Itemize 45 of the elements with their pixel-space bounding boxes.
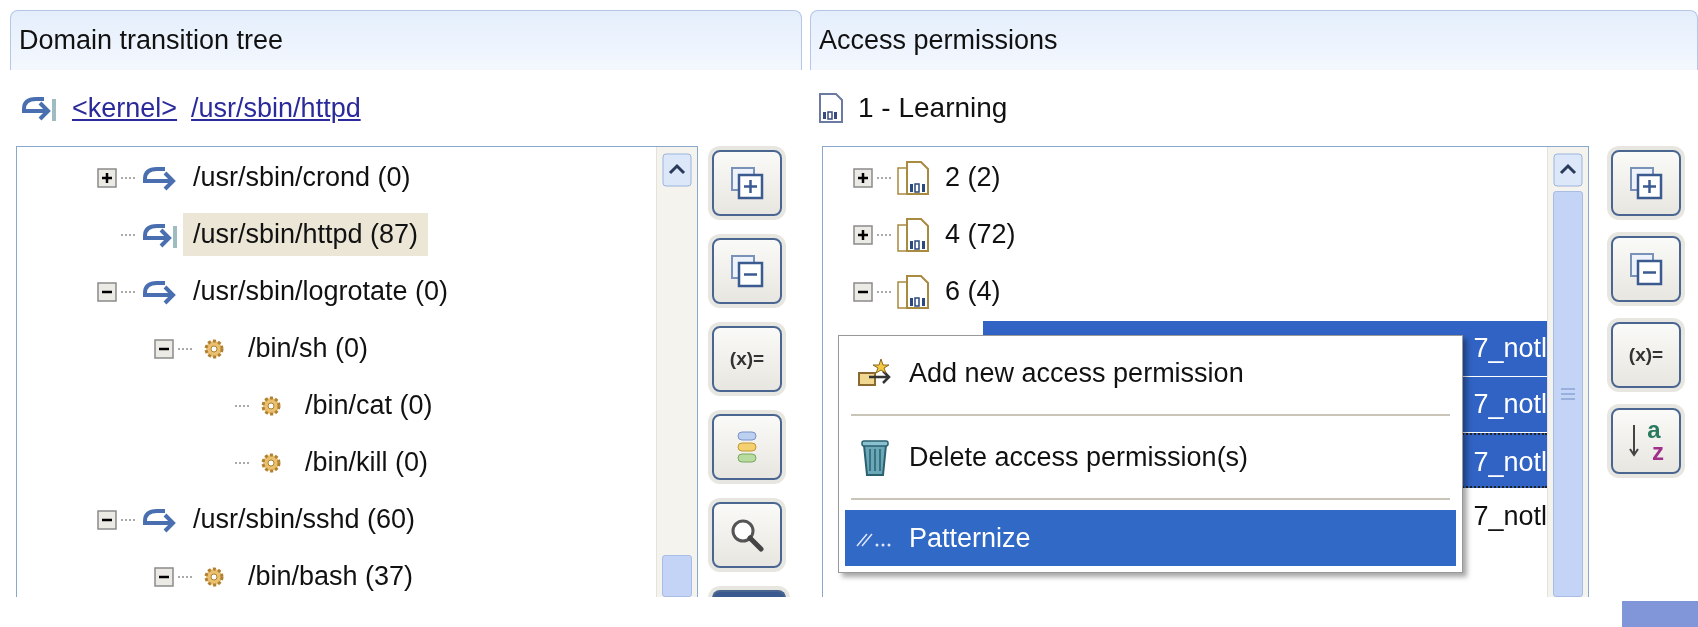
scrollbar[interactable] (1547, 147, 1588, 597)
menu-item[interactable]: Add new access permission (845, 342, 1456, 404)
down-arrow-icon (1628, 423, 1640, 459)
scrollbar-thumb[interactable] (662, 555, 692, 597)
tree-item[interactable]: /usr/sbin/sshd (60) (193, 498, 426, 541)
breadcrumb-link[interactable]: /usr/sbin/httpd (191, 92, 361, 124)
sort-letter: a (1646, 419, 1662, 441)
collapse-icon[interactable] (853, 281, 873, 302)
tree-item[interactable]: /bin/kill (0) (305, 441, 439, 484)
collapse-icon[interactable] (97, 509, 117, 530)
expand-icon[interactable] (97, 167, 117, 188)
layers-icon (735, 429, 759, 465)
expand-icon[interactable] (853, 167, 873, 188)
sort-letter: z (1652, 441, 1664, 463)
tree-item[interactable]: /bin/bash (37) (248, 555, 424, 597)
tree-item[interactable]: /usr/sbin/crond (0) (193, 156, 421, 199)
profile-label: 1 - Learning (858, 92, 1008, 124)
panel-title: Domain transition tree (19, 25, 284, 56)
tree-item[interactable]: 2 (2) (945, 156, 1011, 199)
tree-item[interactable]: /bin/sh (0) (248, 327, 379, 370)
collapse-icon[interactable] (97, 281, 117, 302)
scrollbar[interactable] (656, 147, 697, 597)
search-icon (729, 517, 765, 553)
expand-icon[interactable] (853, 224, 873, 245)
scrollbar-thumb[interactable] (1553, 191, 1583, 597)
menu-item[interactable]: Patternize (845, 510, 1456, 566)
binary-file-icon (895, 159, 931, 196)
expand-all-icon (1628, 165, 1664, 201)
expand-all-icon (729, 165, 765, 201)
tree-item[interactable]: 4 (72) (945, 213, 1026, 256)
collapse-all-icon (729, 253, 765, 289)
panel-title: Access permissions (819, 25, 1058, 56)
collapse-icon[interactable] (154, 566, 174, 587)
collapse-icon[interactable] (154, 338, 174, 359)
breadcrumb-link[interactable]: <kernel> (72, 92, 178, 124)
binary-file-icon (895, 216, 931, 253)
binary-file-icon (818, 92, 844, 124)
grip-icon (1560, 387, 1576, 401)
menu-item[interactable]: Delete access permission(s) (845, 426, 1456, 488)
tree-item[interactable]: /usr/sbin/httpd (87) (183, 213, 429, 256)
collapse-all-icon (1628, 251, 1664, 287)
binary-file-icon (895, 273, 931, 310)
tree-item[interactable]: /usr/sbin/logrotate (0) (193, 270, 459, 313)
tree-item[interactable]: 6 (4) (945, 270, 1011, 313)
tree-item[interactable]: /bin/cat (0) (305, 384, 443, 427)
